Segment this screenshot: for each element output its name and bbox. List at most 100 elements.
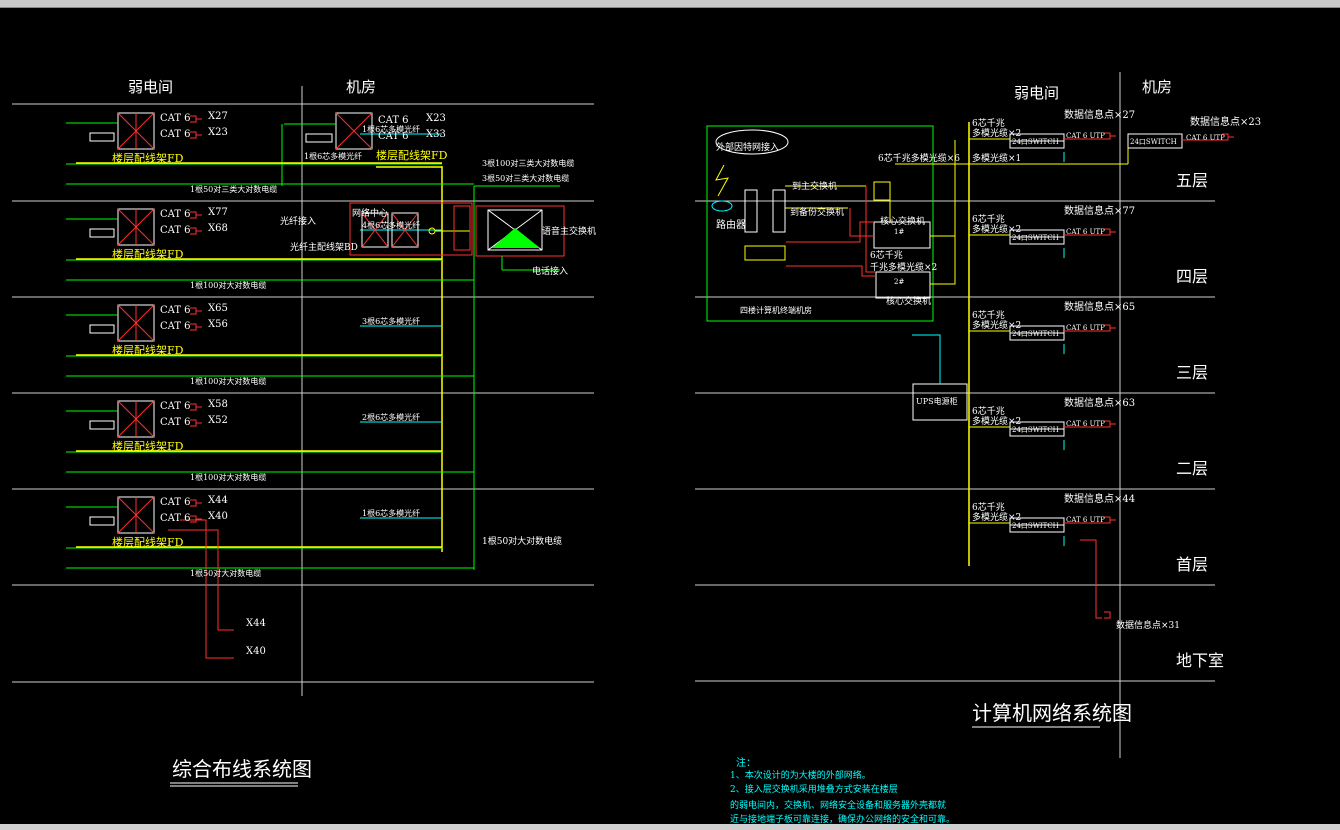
to-main-switch-label: 到主交换机 xyxy=(792,180,837,192)
six-core-room-label: 6芯千兆 xyxy=(870,249,903,261)
cat-label: CAT 6 xyxy=(378,115,409,126)
data-points-label: 数据信息点×27 xyxy=(1064,108,1135,121)
outlet-count: X65 xyxy=(208,303,228,314)
six-core-label: 6芯千兆 xyxy=(972,213,1005,225)
floor-name: 地下室 xyxy=(1176,651,1224,670)
voice-switch-label: 语音主交换机 xyxy=(542,225,596,237)
multimode-label: 多模光缆×1 xyxy=(972,152,1021,164)
room-rack-text: CAT 6 CAT 6 X23 X33 楼层配线架FD 1根6芯多模光纤 xyxy=(304,113,448,162)
fiber-6-label: 6芯千兆多模光缆×6 xyxy=(878,152,960,164)
outlet-count: X52 xyxy=(208,415,228,426)
outlet-count: X58 xyxy=(208,399,228,410)
cat-label: CAT 6 UTP xyxy=(1186,134,1225,142)
left-header-machine-room: 机房 xyxy=(346,78,376,96)
cable-label: 1根100对大对数电缆 xyxy=(190,472,266,482)
right-header-machine-room: 机房 xyxy=(1142,78,1172,96)
cat-label: CAT 6 xyxy=(160,225,191,236)
floor-switch-label: 24口SWITCH xyxy=(1012,522,1059,530)
cat-label: CAT 6 xyxy=(160,113,191,124)
cat-label: CAT 6 UTP xyxy=(1066,228,1105,236)
floor-name: 五层 xyxy=(1176,171,1208,190)
cat-label: CAT 6 UTP xyxy=(1066,516,1105,524)
data-points-label: 数据信息点×31 xyxy=(1116,619,1180,631)
right-trunk xyxy=(954,122,970,566)
data-points-label: 数据信息点×63 xyxy=(1064,396,1135,409)
right-diagram-title: 计算机网络系统图 xyxy=(972,701,1132,725)
left-floor-text-5: CAT 6 CAT 6 X27 X23 楼层配线架FD 1根6芯多模光纤 1根50对三类大对… xyxy=(112,111,420,194)
cable-label: 1根50对三类大对数电缆 xyxy=(190,184,277,194)
cable-label: 1根50对大对数电缆 xyxy=(190,568,261,578)
outlet-count: X44 xyxy=(208,495,228,506)
floor-name: 首层 xyxy=(1176,555,1208,574)
left-header-weak-room: 弱电间 xyxy=(128,78,173,96)
outlet-count: X56 xyxy=(208,319,228,330)
left-floor-2 xyxy=(66,400,474,473)
cat-label: CAT 6 xyxy=(160,305,191,316)
switch-1-label: 1# xyxy=(894,228,904,236)
right-floor-1: 四层6芯千兆多模光缆×224口SWITCHCAT 6 UTP数据信息点×77 xyxy=(969,204,1208,286)
right-floor-0: 五层6芯千兆多模光缆×224口SWITCHCAT 6 UTP数据信息点×27 xyxy=(969,108,1208,190)
notes-line-3: 的弱电间内，交换机、网络安全设备和服务器外壳都就 xyxy=(730,799,946,811)
left-diagram-title: 综合布线系统图 xyxy=(172,757,312,781)
fiber-in-label: 光纤接入 xyxy=(280,215,316,227)
notes-line-2: 2、接入层交换机采用堆叠方式安装在楼层 xyxy=(730,783,898,795)
cat-label: CAT 6 xyxy=(160,513,191,524)
outlet-count: X40 xyxy=(208,511,228,522)
big-cable-label-2: 3根50对三类大对数电缆 xyxy=(482,173,569,183)
right-floor-4: 首层6芯千兆多模光缆×224口SWITCHCAT 6 UTP数据信息点×44 xyxy=(969,492,1208,574)
basement-outlet-b: X40 xyxy=(246,646,266,657)
core-switch-label-b: 核心交换机 xyxy=(886,295,931,307)
cat-label: CAT 6 xyxy=(160,321,191,332)
right-floors: 五层6芯千兆多模光缆×224口SWITCHCAT 6 UTP数据信息点×27四层… xyxy=(969,108,1261,670)
data-points-label: 数据信息点×44 xyxy=(1064,492,1135,505)
six-core-label: 6芯千兆 xyxy=(972,117,1005,129)
cad-canvas[interactable]: 五层6芯千兆多模光缆×224口SWITCHCAT 6 UTP数据信息点×27四层… xyxy=(0,0,1340,830)
left-vertical-trunks xyxy=(281,124,475,570)
floor-switch-label: 24口SWITCH xyxy=(1012,330,1059,338)
left-floor-text-4: CAT 6 CAT 6 X77 X68 楼层配线架FD 4根6芯多模光纤 1根100对大对数… xyxy=(112,207,420,290)
cat-label: CAT 6 xyxy=(160,209,191,220)
left-floor-text-1: CAT 6 CAT 6 X44 X40 楼层配线架FD 1根6芯多模光纤 1根50对大对数电… xyxy=(112,495,420,578)
outlet-count: X68 xyxy=(208,223,228,234)
floor-distributor-label: 楼层配线架FD xyxy=(376,148,448,162)
basement-outlet-a: X44 xyxy=(246,618,266,629)
room-points-label: 数据信息点×23 xyxy=(1190,115,1261,128)
cat-label: CAT 6 xyxy=(160,497,191,508)
notes-line-1: 1、本次设计的为大楼的外部网络。 xyxy=(730,769,871,781)
right-floor-3: 二层6芯千兆多模光缆×224口SWITCHCAT 6 UTP数据信息点×63 xyxy=(969,396,1208,478)
outlet-count: X77 xyxy=(208,207,228,218)
floor-distributor-label: 楼层配线架FD xyxy=(112,439,184,453)
outlet-count: X23 xyxy=(208,127,228,138)
network-center-label: 网络中心 xyxy=(352,207,388,219)
floor-distributor-label: 楼层配线架FD xyxy=(112,151,184,165)
to-backup-switch-label: 到备份交换机 xyxy=(790,206,844,218)
cat-label: CAT 6 UTP xyxy=(1066,132,1105,140)
six-core-label: 6芯千兆 xyxy=(972,405,1005,417)
fiber-label: 1根6芯多模光纤 xyxy=(362,508,420,518)
data-points-label: 数据信息点×65 xyxy=(1064,300,1135,313)
cat-label: CAT 6 xyxy=(378,131,409,142)
floor-distributor-label: 楼层配线架FD xyxy=(112,343,184,357)
router-label: 路由器 xyxy=(716,218,746,231)
window-bottom-bar xyxy=(0,824,1340,830)
cat-label: CAT 6 xyxy=(160,401,191,412)
big-cable-label-1: 3根100对三类大对数电缆 xyxy=(482,158,574,168)
cat-label: CAT 6 xyxy=(160,129,191,140)
room-note: 四楼计算机终端机房 xyxy=(740,305,812,315)
core-switch-label: 核心交换机 xyxy=(880,215,925,227)
fiber-main-label: 光纤主配线架BD xyxy=(290,241,358,253)
fiber-label: 3根6芯多模光纤 xyxy=(362,316,420,326)
fiber-label: 1根6芯多模光纤 xyxy=(304,151,362,161)
cat-label: CAT 6 UTP xyxy=(1066,420,1105,428)
fiber-label: 2根6芯多模光纤 xyxy=(362,412,420,422)
notes-block: 注：1、本次设计的为大楼的外部网络。 2、接入层交换机采用堆叠方式安装在楼层的弱电… xyxy=(730,756,955,825)
right-header-weak-room: 弱电间 xyxy=(1014,84,1059,102)
left-floor-3 xyxy=(66,304,474,377)
switch-2-label: 2# xyxy=(894,278,904,286)
right-floor-2: 三层6芯千兆多模光缆×224口SWITCHCAT 6 UTP数据信息点×65 xyxy=(969,300,1208,382)
floor-name: 二层 xyxy=(1176,459,1208,478)
outlet-count: X23 xyxy=(426,113,446,124)
floor-name: 四层 xyxy=(1176,267,1208,286)
cable-label: 1根100对大对数电缆 xyxy=(190,280,266,290)
fiber-label: 4根6芯多模光纤 xyxy=(362,220,420,230)
